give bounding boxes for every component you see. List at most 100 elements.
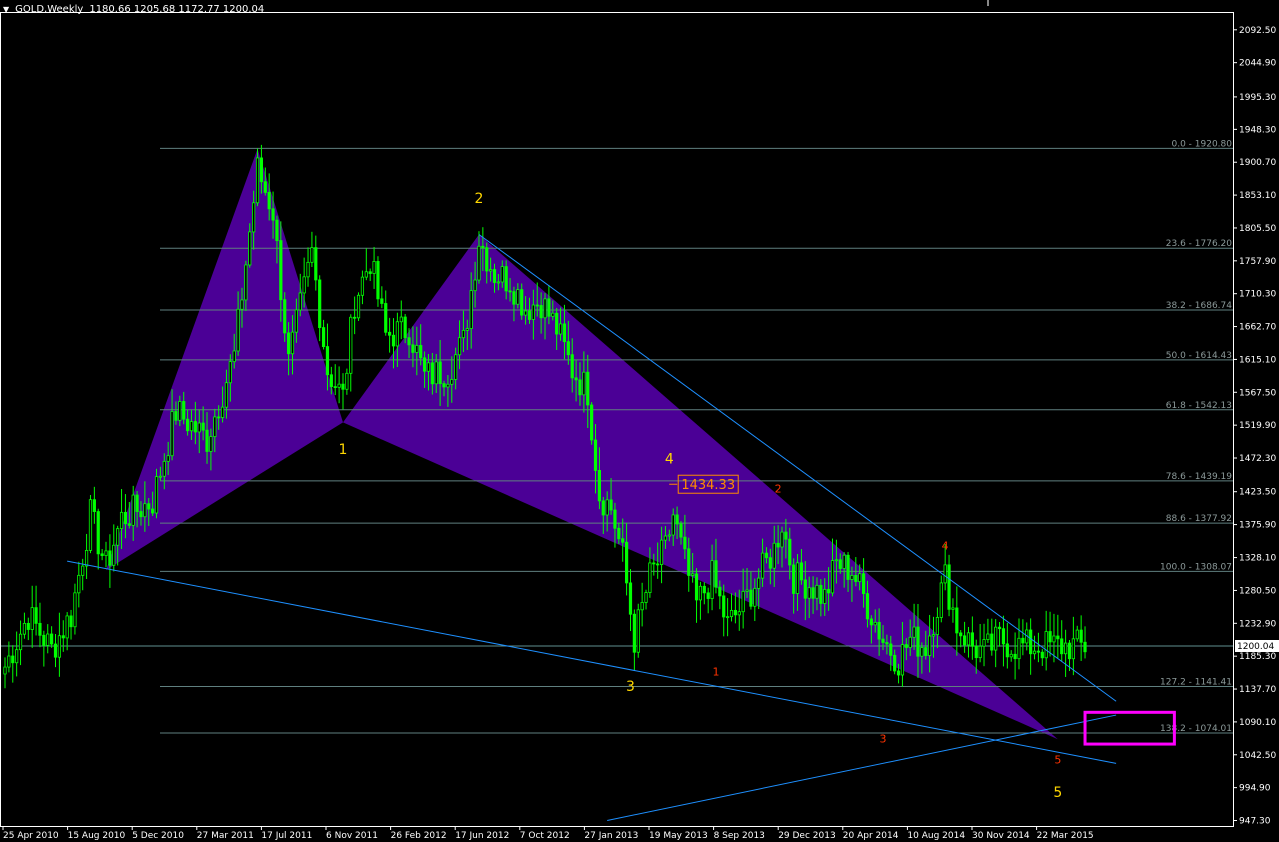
candle-body (193, 421, 197, 433)
x-tick-label: 17 Jul 2011 (261, 831, 312, 841)
candle-body (865, 593, 870, 620)
candle-body (57, 635, 61, 658)
candle-body (558, 323, 563, 335)
callout-price-label: 1434.33 (681, 478, 735, 493)
candle-body (279, 240, 283, 301)
price-chart[interactable]: 0.0 - 1920.80 23.6 - 1776.20 38.2 - 1686.7… (0, 0, 1279, 842)
fib-label: 38.2 - 1686.74 (1166, 301, 1232, 311)
candle-body (885, 642, 889, 645)
y-tick-label: 1995.30 (1239, 93, 1276, 103)
candle-body (671, 514, 675, 536)
candle-body (333, 386, 337, 388)
candle-body (753, 588, 757, 607)
candle-body (962, 635, 967, 646)
candle-body (189, 421, 194, 432)
candle-body (77, 574, 81, 594)
fib-label: 61.8 - 1542.13 (1166, 401, 1232, 411)
candle-body (11, 655, 15, 664)
wave-label: 4 (942, 539, 949, 552)
candle-body (151, 508, 155, 514)
candle-body (1071, 638, 1075, 660)
candle-body (213, 416, 217, 437)
candle-body (61, 635, 65, 639)
candle-body (955, 607, 959, 634)
candle-body (896, 670, 901, 676)
candle-body (819, 584, 823, 604)
candle-body (691, 573, 695, 576)
candle-body (978, 645, 982, 659)
y-tick-label: 1472.30 (1239, 454, 1276, 464)
candle-body (473, 279, 477, 292)
candle-body (248, 231, 252, 266)
y-tick-label: 1519.90 (1239, 421, 1276, 431)
candle-body (935, 617, 940, 635)
candle-body (916, 626, 920, 657)
y-tick-label: 1232.90 (1239, 619, 1276, 629)
candle-body (329, 374, 333, 387)
candle-body (15, 649, 19, 664)
x-tick-label: 15 Aug 2010 (68, 831, 126, 841)
candle-body (881, 638, 885, 643)
fib-label: 100.0 - 1308.07 (1160, 562, 1232, 572)
candle-body (520, 289, 524, 316)
candle-body (613, 509, 617, 529)
candle-body (858, 573, 862, 582)
candle-body (18, 633, 23, 651)
candle-body (632, 613, 636, 653)
x-tick-label: 17 Jun 2012 (455, 831, 509, 841)
candle-body (827, 589, 831, 594)
candle-body (920, 647, 924, 657)
candle-body (290, 331, 295, 355)
candle-body (116, 528, 120, 546)
candle-body (84, 549, 89, 567)
candle-body (1036, 650, 1041, 653)
candle-body (217, 416, 221, 419)
candle-body (535, 304, 539, 307)
y-tick-label: 1042.50 (1239, 751, 1276, 761)
candle-body (201, 422, 205, 431)
x-tick-label: 8 Sep 2013 (714, 831, 765, 841)
candle-body (718, 586, 722, 597)
x-tick-label: 19 May 2013 (649, 831, 708, 841)
candle-body (376, 261, 380, 300)
candle-body (170, 411, 174, 457)
candle-body (1001, 628, 1006, 645)
candle-body (1064, 642, 1068, 655)
candle-body (1044, 631, 1048, 659)
candle-body (1048, 631, 1052, 643)
candle-body (485, 247, 489, 272)
candle-body (96, 511, 100, 555)
candle-body (244, 264, 248, 301)
candle-body (119, 511, 124, 530)
candle-body (446, 383, 450, 388)
candle-body (889, 643, 893, 656)
candle-body (974, 645, 978, 659)
candle-body (683, 536, 687, 550)
candle-body (1040, 651, 1044, 659)
candle-body (174, 411, 178, 421)
candle-body (908, 636, 912, 648)
candle-body (26, 622, 30, 630)
candle-body (780, 531, 784, 548)
candle-body (823, 589, 827, 604)
candle-body (811, 587, 815, 599)
candle-body (788, 538, 792, 566)
candle-body (551, 312, 555, 317)
candle-body (34, 607, 38, 624)
candle-body (1032, 650, 1037, 655)
candle-body (123, 511, 128, 525)
candle-body (112, 544, 116, 566)
candle-body (283, 299, 287, 334)
candle-body (795, 562, 800, 594)
candle-body (722, 595, 726, 618)
candle-body (959, 632, 963, 637)
candle-body (457, 337, 462, 356)
candle-body (500, 266, 504, 283)
candle-body (477, 245, 481, 281)
candle-body (356, 294, 361, 319)
candle-body (314, 247, 318, 281)
candle-body (236, 308, 240, 352)
candle-body (131, 494, 135, 526)
candle-body (838, 559, 842, 569)
candle-body (799, 562, 804, 581)
